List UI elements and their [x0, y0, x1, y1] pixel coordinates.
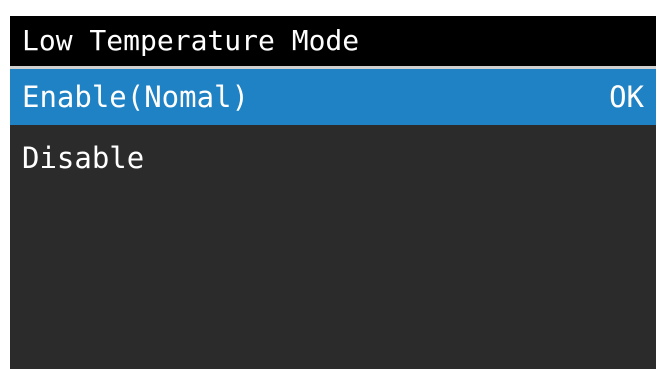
- lcd-screen: Low Temperature Mode Enable(Nomal) OK Di…: [10, 16, 656, 369]
- menu-item-enable[interactable]: Enable(Nomal) OK: [10, 69, 656, 125]
- menu-item-label: Enable(Nomal): [22, 80, 249, 114]
- ok-indicator: OK: [609, 80, 644, 114]
- menu-item-disable[interactable]: Disable: [10, 130, 656, 186]
- screen-title: Low Temperature Mode: [10, 16, 656, 66]
- menu-item-label: Disable: [22, 141, 145, 175]
